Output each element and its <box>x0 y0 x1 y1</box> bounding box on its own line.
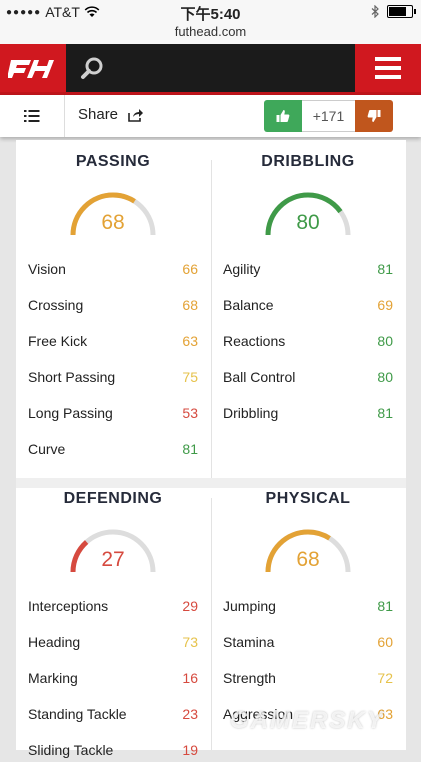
menu-button[interactable] <box>355 44 421 92</box>
stat-name: Crossing <box>28 297 84 313</box>
stat-value: 16 <box>182 670 198 686</box>
vote-count: +171 <box>302 100 355 132</box>
stat-value: 66 <box>182 261 198 277</box>
defending-section: DEFENDING 27 Interceptions 29 Heading 73 Marki… <box>28 490 198 758</box>
url-label[interactable]: futhead.com <box>0 24 421 39</box>
physical-title: PHYSICAL <box>265 490 351 507</box>
list-button[interactable] <box>0 95 65 137</box>
stat-row: Heading 73 <box>28 634 198 654</box>
status-bar: ●●●●● AT&T 下午5:40 futhead.com <box>0 0 421 44</box>
stat-row: Short Passing 75 <box>28 369 198 389</box>
stat-name: Stamina <box>223 634 275 650</box>
menu-bar-icon <box>375 75 401 79</box>
section-divider <box>16 478 406 488</box>
futhead-logo[interactable] <box>0 44 66 92</box>
vote-widget: +171 <box>264 100 393 132</box>
stat-name: Free Kick <box>28 333 88 349</box>
stat-row: Dribbling 81 <box>223 405 393 425</box>
defending-title: DEFENDING <box>63 490 163 507</box>
stat-name: Long Passing <box>28 405 113 421</box>
thumbs-down-icon <box>367 110 381 122</box>
passing-title: PASSING <box>75 153 151 170</box>
dribbling-section: DRIBBLING 80 Agility 81 Balance 69 Reactions 80… <box>223 153 393 473</box>
status-right <box>371 5 416 18</box>
stat-value: 63 <box>182 333 198 349</box>
thumbs-up-icon <box>276 110 290 122</box>
stat-value: 29 <box>182 598 198 614</box>
battery-icon <box>387 5 416 18</box>
stat-row: Standing Tackle 23 <box>28 706 198 726</box>
passing-overall-value: 68 <box>101 211 125 234</box>
page-toolbar: Share +171 <box>0 95 421 137</box>
stat-name: Dribbling <box>223 405 279 421</box>
share-button[interactable]: Share <box>78 106 144 123</box>
list-icon <box>24 110 40 122</box>
stat-name: Reactions <box>223 333 286 349</box>
stat-row: Free Kick 63 <box>28 333 198 353</box>
share-icon <box>128 108 144 122</box>
stat-name: Strength <box>223 670 276 686</box>
stat-value: 60 <box>377 634 393 650</box>
stat-value: 80 <box>377 333 393 349</box>
stat-value: 81 <box>377 405 393 421</box>
stat-value: 68 <box>182 297 198 313</box>
stat-value: 19 <box>182 742 198 758</box>
stat-row: Strength 72 <box>223 670 393 690</box>
column-divider <box>211 498 212 750</box>
stat-row: Sliding Tackle 19 <box>28 742 198 762</box>
stat-value: 53 <box>182 405 198 421</box>
top-nav <box>0 44 421 95</box>
stat-name: Marking <box>28 670 78 686</box>
stat-row: Balance 69 <box>223 297 393 317</box>
share-label: Share <box>78 106 119 123</box>
stat-row: Curve 81 <box>28 441 198 461</box>
stat-row: Crossing 68 <box>28 297 198 317</box>
physical-overall-value: 68 <box>296 548 320 571</box>
stat-name: Short Passing <box>28 369 116 385</box>
menu-bar-icon <box>375 66 401 70</box>
stat-name: Curve <box>28 441 66 457</box>
downvote-button[interactable] <box>355 100 393 132</box>
upvote-button[interactable] <box>264 100 302 132</box>
menu-bar-icon <box>375 57 401 61</box>
stat-row: Agility 81 <box>223 261 393 281</box>
stat-name: Interceptions <box>28 598 109 614</box>
fh-logo-icon <box>8 60 54 78</box>
stat-value: 80 <box>377 369 393 385</box>
stat-value: 75 <box>182 369 198 385</box>
stat-row: Reactions 80 <box>223 333 393 353</box>
column-divider <box>211 160 212 478</box>
stat-value: 81 <box>377 598 393 614</box>
stat-row: Long Passing 53 <box>28 405 198 425</box>
stat-value: 73 <box>182 634 198 650</box>
clock: 下午5:40 <box>180 6 241 23</box>
stat-value: 81 <box>377 261 393 277</box>
dribbling-title: DRIBBLING <box>261 153 355 170</box>
stat-row: Interceptions 29 <box>28 598 198 618</box>
stat-row: Marking 16 <box>28 670 198 690</box>
stat-value: 69 <box>377 297 393 313</box>
stat-name: Jumping <box>223 598 276 614</box>
search-icon[interactable] <box>80 56 104 80</box>
dribbling-overall-value: 80 <box>296 211 320 234</box>
stat-row: Vision 66 <box>28 261 198 281</box>
stat-name: Standing Tackle <box>28 706 127 722</box>
bluetooth-icon <box>371 5 379 18</box>
passing-section: PASSING 68 Vision 66 Crossing 68 Free Kick 63 Sh… <box>28 153 198 473</box>
stat-name: Agility <box>223 261 261 277</box>
stat-value: 81 <box>182 441 198 457</box>
stat-row: Stamina 60 <box>223 634 393 654</box>
stat-row: Ball Control 80 <box>223 369 393 389</box>
stat-name: Ball Control <box>223 369 296 385</box>
stat-name: Vision <box>28 261 66 277</box>
stat-name: Heading <box>28 634 81 650</box>
stat-value: 72 <box>377 670 393 686</box>
stat-value: 23 <box>182 706 198 722</box>
stat-name: Sliding Tackle <box>28 742 114 758</box>
watermark: GAMERSKY <box>230 707 385 734</box>
stat-name: Balance <box>223 297 274 313</box>
defending-overall-value: 27 <box>101 548 125 571</box>
stat-row: Jumping 81 <box>223 598 393 618</box>
